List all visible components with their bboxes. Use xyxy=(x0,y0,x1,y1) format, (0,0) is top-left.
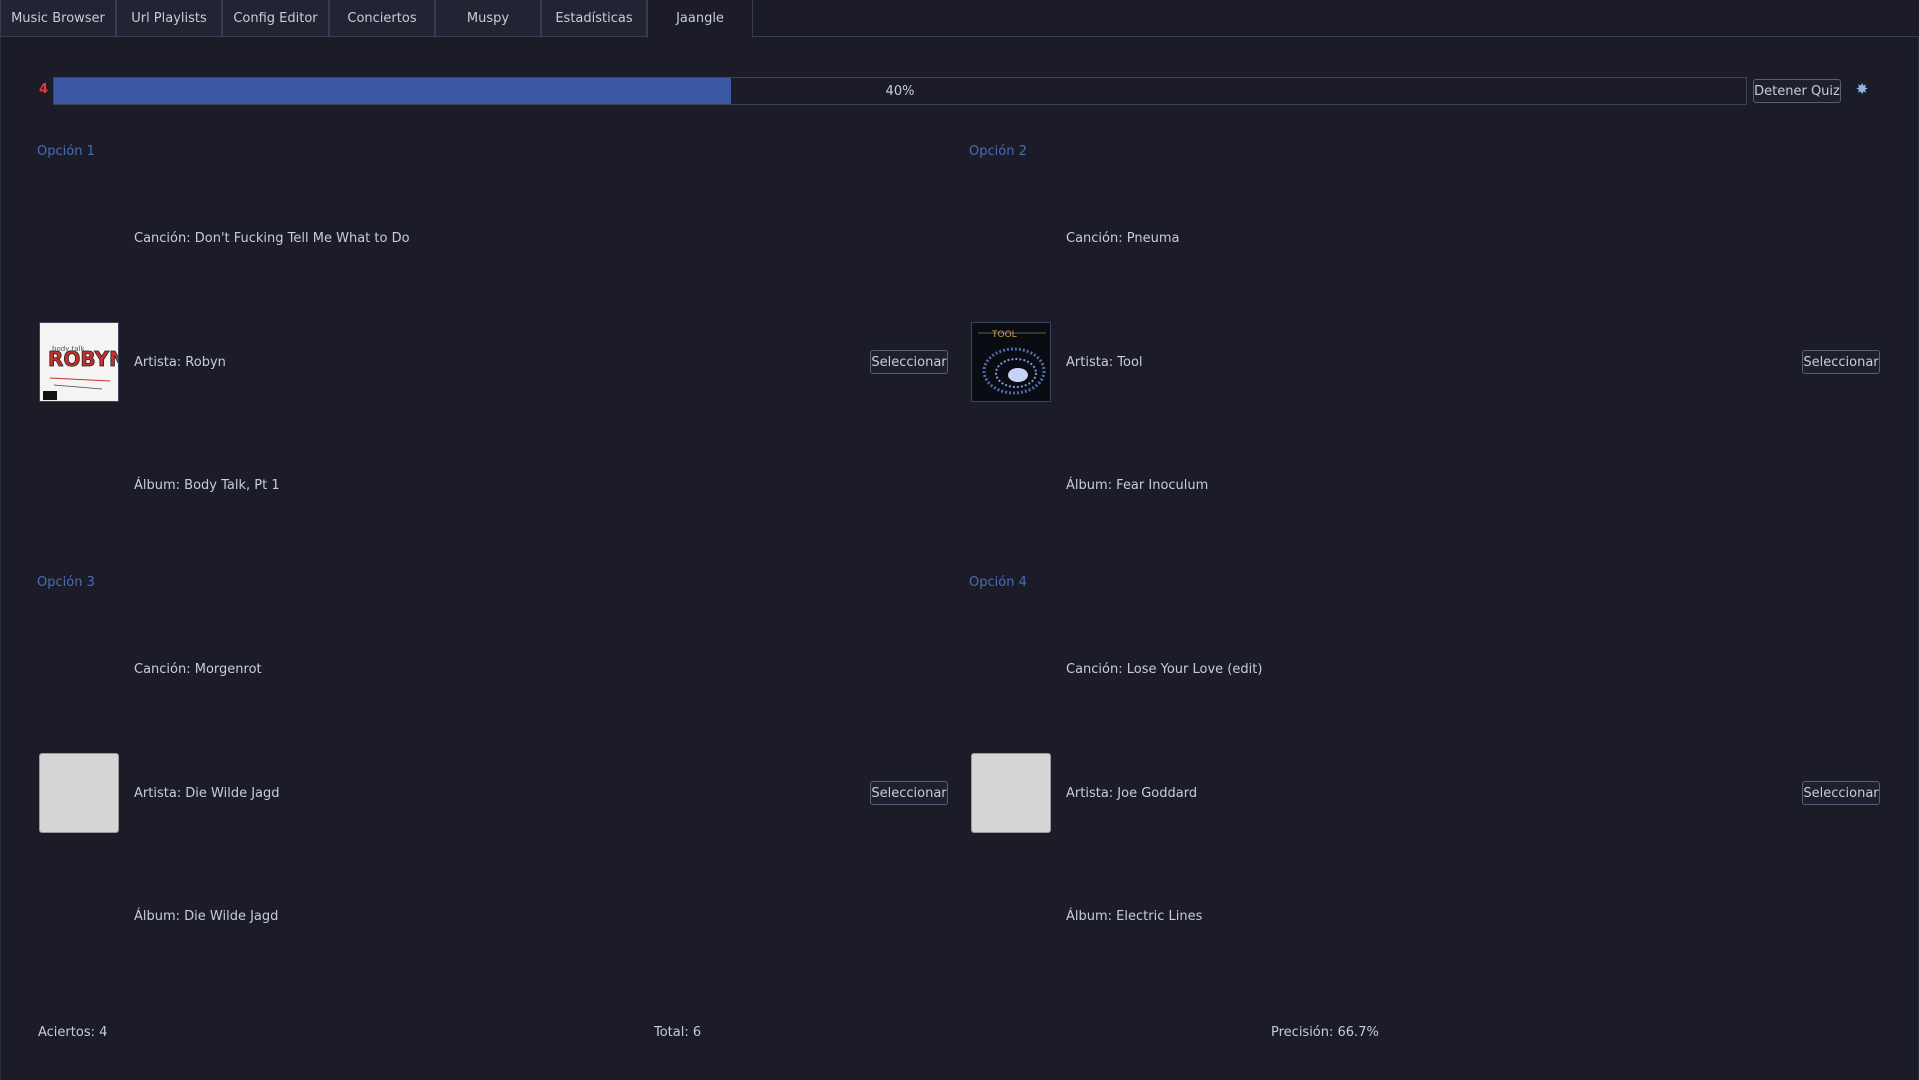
quiz-progress-bar: 40% xyxy=(53,77,1747,105)
stats-total: Total: 6 xyxy=(654,1025,702,1040)
option-2-album-cover: TOOL xyxy=(971,322,1051,402)
stats-precision: Precisión: 66.7% xyxy=(1271,1025,1379,1040)
tab-url-playlists[interactable]: Url Playlists xyxy=(116,0,222,37)
option-3-album: Álbum: Die Wilde Jagd xyxy=(134,909,279,924)
option-2-select-button[interactable]: Seleccionar xyxy=(1802,350,1880,374)
option-4-album-cover xyxy=(971,753,1051,833)
option-2-title: Opción 2 xyxy=(969,144,1027,159)
option-3-album-cover xyxy=(39,753,119,833)
tab-estadisticas[interactable]: Estadísticas xyxy=(541,0,647,37)
option-1-album-cover: ROBYN body talk xyxy=(39,322,119,402)
option-2-artist: Artista: Tool xyxy=(1066,355,1143,370)
option-1-artist: Artista: Robyn xyxy=(134,355,226,370)
question-counter: 4 xyxy=(39,82,49,97)
option-1-song: Canción: Don't Fucking Tell Me What to D… xyxy=(134,231,410,246)
tab-muspy[interactable]: Muspy xyxy=(435,0,541,37)
option-3-select-button[interactable]: Seleccionar xyxy=(870,781,948,805)
option-4-song: Canción: Lose Your Love (edit) xyxy=(1066,662,1263,677)
option-2-album: Álbum: Fear Inoculum xyxy=(1066,478,1209,493)
tab-music-browser[interactable]: Music Browser xyxy=(0,0,116,37)
progress-label: 40% xyxy=(885,83,915,99)
tab-config-editor[interactable]: Config Editor xyxy=(222,0,329,37)
tab-conciertos[interactable]: Conciertos xyxy=(329,0,435,37)
option-4-artist: Artista: Joe Goddard xyxy=(1066,786,1198,801)
stop-quiz-button[interactable]: Detener Quiz xyxy=(1753,79,1841,103)
option-1-album: Álbum: Body Talk, Pt 1 xyxy=(134,478,280,493)
window-frame xyxy=(0,36,1919,1080)
gear-icon[interactable]: ✸ xyxy=(1853,80,1871,98)
option-1-select-button[interactable]: Seleccionar xyxy=(870,350,948,374)
tab-jaangle[interactable]: Jaangle xyxy=(647,0,753,38)
tab-bar: Music Browser Url Playlists Config Edito… xyxy=(0,0,1919,38)
option-4-album: Álbum: Electric Lines xyxy=(1066,909,1203,924)
option-3-artist: Artista: Die Wilde Jagd xyxy=(134,786,280,801)
option-3-title: Opción 3 xyxy=(37,575,95,590)
svg-text:TOOL: TOOL xyxy=(991,330,1017,340)
option-3-song: Canción: Morgenrot xyxy=(134,662,262,677)
option-1-title: Opción 1 xyxy=(37,144,95,159)
svg-text:body talk: body talk xyxy=(52,345,86,353)
stats-aciertos: Aciertos: 4 xyxy=(38,1025,108,1040)
option-4-title: Opción 4 xyxy=(969,575,1027,590)
option-4-select-button[interactable]: Seleccionar xyxy=(1802,781,1880,805)
option-2-song: Canción: Pneuma xyxy=(1066,231,1180,246)
